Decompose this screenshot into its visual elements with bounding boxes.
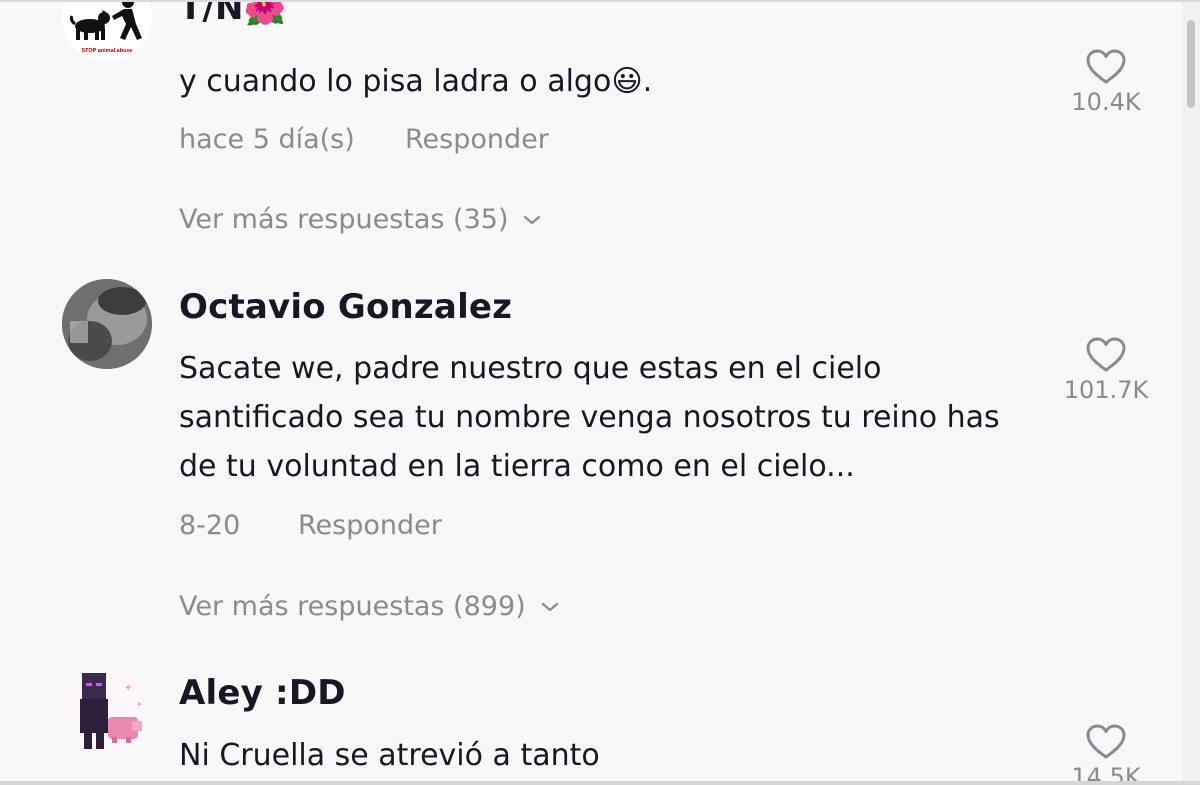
comment-text: Ni Cruella se atrevió a tanto: [179, 738, 600, 773]
view-more-replies-button[interactable]: Ver más respuestas (35): [179, 204, 542, 235]
username[interactable]: T/N: [179, 2, 244, 28]
like-count: 14.5K: [1071, 763, 1141, 785]
username-tn-row[interactable]: T/N🌺: [179, 0, 287, 28]
like-button[interactable]: 14.5K: [1066, 723, 1146, 785]
svg-text:✦: ✦: [124, 683, 132, 694]
avatar-photo-icon: [62, 279, 152, 369]
like-button[interactable]: 10.4K: [1066, 48, 1146, 116]
comment-text: Sacate we, padre nuestro que estas en el…: [179, 351, 1000, 484]
comment-text-body: y cuando lo pisa ladra o algo: [179, 64, 612, 99]
like-button[interactable]: 101.7K: [1063, 336, 1149, 404]
comment-text-end: .: [642, 64, 653, 99]
svg-text:✦: ✦: [136, 700, 143, 709]
chevron-down-icon: [541, 602, 558, 611]
username[interactable]: Aley :DD: [179, 673, 346, 713]
heart-outline-icon[interactable]: [1085, 723, 1127, 761]
scrollbar[interactable]: [1182, 2, 1200, 781]
comment-time: hace 5 día(s): [179, 124, 355, 155]
comments-panel: STOP animal abuse T/N🌺 y cuando lo pisa …: [0, 0, 1200, 785]
comment-text: y cuando lo pisa ladra o algo😃.: [179, 57, 1039, 106]
view-more-replies-button[interactable]: Ver más respuestas (899): [179, 591, 560, 622]
avatar-aley[interactable]: ✦ ✦: [62, 665, 152, 755]
chevron-down-icon: [524, 215, 541, 224]
reply-button[interactable]: Responder: [298, 510, 442, 541]
comment-time: 8-20: [179, 510, 241, 541]
avatar-tn[interactable]: STOP animal abuse: [62, 2, 152, 62]
username[interactable]: Octavio Gonzalez: [179, 287, 512, 327]
stop-animal-abuse-logo-icon: STOP animal abuse: [62, 2, 152, 62]
view-more-replies-label: Ver más respuestas (899): [179, 591, 526, 622]
heart-outline-icon[interactable]: [1085, 48, 1127, 86]
like-count: 10.4K: [1071, 88, 1141, 116]
view-more-replies-label: Ver más respuestas (35): [179, 204, 509, 235]
scrollbar-thumb[interactable]: [1187, 20, 1195, 108]
like-count: 101.7K: [1063, 376, 1149, 404]
avatar-logo-text: STOP animal abuse: [81, 48, 132, 54]
heart-outline-icon[interactable]: [1085, 336, 1127, 374]
avatar-octavio[interactable]: [62, 279, 152, 369]
hibiscus-emoji: 🌺: [243, 0, 287, 28]
avatar-cartoon-icon: ✦ ✦: [62, 665, 152, 755]
grinning-emoji: 😃: [611, 64, 643, 99]
reply-button[interactable]: Responder: [405, 124, 549, 155]
